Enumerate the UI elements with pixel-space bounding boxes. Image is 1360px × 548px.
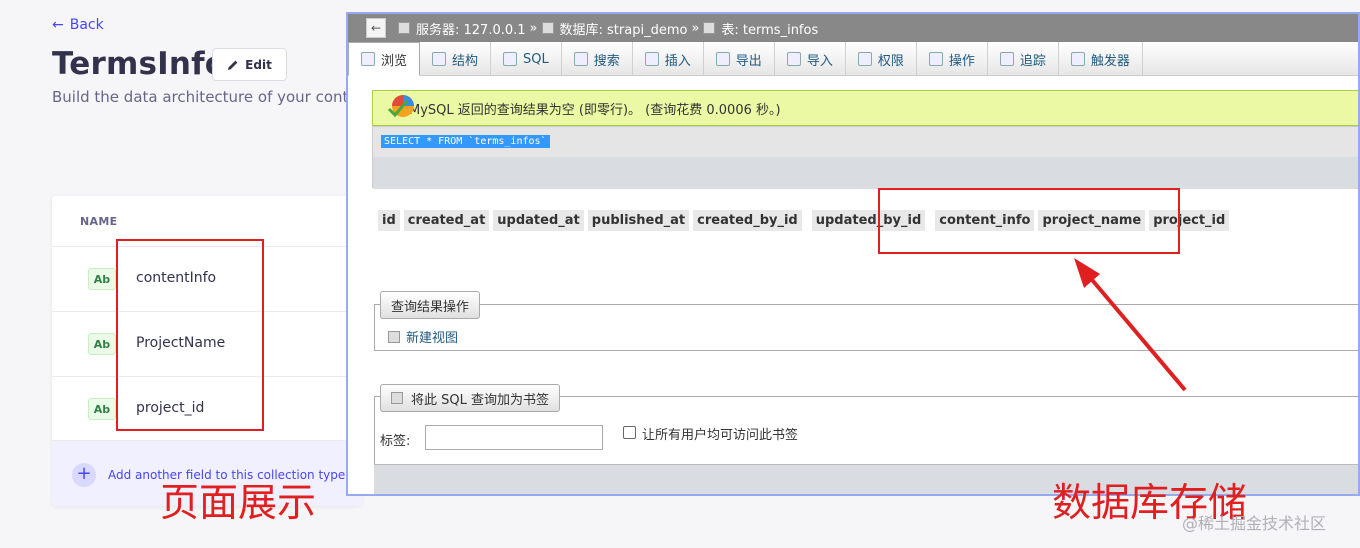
tab-search[interactable]: 搜索	[562, 42, 633, 76]
breadcrumb-table[interactable]: 表: terms_infos	[721, 19, 818, 38]
privileges-icon	[857, 52, 872, 66]
tab-structure[interactable]: 结构	[420, 42, 492, 76]
back-label: Back	[69, 17, 104, 33]
bookmark-legend: 将此 SQL 查询加为书签	[380, 384, 560, 412]
public-bookmark-checkbox[interactable]	[623, 426, 636, 439]
success-text: MySQL 返回的查询结果为空 (即零行)。 (查询花费 0.0006 秒。)	[409, 102, 781, 118]
sql-icon	[503, 52, 518, 66]
create-view-link[interactable]: 新建视图	[388, 327, 458, 346]
bookmark-icon	[391, 392, 403, 404]
tab-label: 搜索	[593, 53, 620, 69]
edit-button[interactable]: Edit	[212, 48, 287, 81]
tab-label: 结构	[452, 53, 479, 69]
tab-label: 操作	[948, 53, 975, 69]
tab-import[interactable]: 导入	[775, 42, 846, 76]
create-view-label: 新建视图	[406, 331, 459, 346]
text-type-icon: Ab	[88, 268, 116, 290]
page-subtitle: Build the data architecture of your cont…	[52, 88, 374, 106]
import-icon	[786, 52, 801, 66]
public-bookmark-label: 让所有用户均可访问此书签	[642, 428, 799, 443]
highlight-box	[116, 239, 264, 431]
tab-label: 权限	[877, 53, 904, 69]
name-column-header: NAME	[80, 215, 118, 228]
tab-operations[interactable]: 操作	[917, 42, 988, 76]
highlight-box	[878, 188, 1180, 254]
browse-icon	[361, 52, 375, 66]
watermark: @稀土掘金技术社区	[1182, 514, 1327, 533]
eye-icon	[999, 52, 1014, 66]
tab-bar: 浏览 结构 SQL 搜索 插入 导出 导入 权限 操作 追踪 触发器	[348, 42, 1358, 76]
column-header[interactable]: published_at	[587, 210, 690, 231]
query-ops-legend: 查询结果操作	[380, 291, 481, 319]
sql-query[interactable]: SELECT * FROM `terms_infos`	[381, 135, 550, 148]
text-type-icon: Ab	[88, 398, 116, 420]
tab-export[interactable]: 导出	[704, 42, 775, 76]
sql-toolbar	[373, 157, 1358, 189]
back-link[interactable]: ← Back	[52, 17, 104, 33]
tab-sql[interactable]: SQL	[491, 42, 562, 76]
tab-label: 导入	[806, 53, 833, 69]
wrench-icon	[928, 52, 943, 66]
column-header[interactable]: created_at	[403, 210, 490, 231]
tab-browse[interactable]: 浏览	[348, 42, 421, 76]
table-icon	[703, 22, 716, 34]
query-ops-fieldset	[374, 304, 1358, 351]
tab-label: 追踪	[1019, 53, 1046, 69]
column-header[interactable]: id	[378, 210, 400, 231]
view-icon	[388, 330, 400, 343]
left-caption: 页面展示	[160, 481, 317, 526]
edit-label: Edit	[245, 57, 272, 72]
structure-icon	[432, 52, 447, 66]
column-header[interactable]: created_by_id	[693, 210, 802, 231]
search-icon	[573, 52, 588, 66]
bookmark-label-input[interactable]	[425, 425, 603, 450]
breadcrumb-separator: »	[691, 20, 700, 36]
text-type-icon: Ab	[88, 333, 116, 355]
column-header[interactable]: updated_at	[493, 210, 584, 231]
export-icon	[715, 52, 730, 66]
plus-icon: +	[72, 463, 96, 487]
tab-label: 浏览	[381, 53, 408, 69]
success-message: MySQL 返回的查询结果为空 (即零行)。 (查询花费 0.0006 秒。)	[372, 90, 1358, 126]
server-icon	[398, 22, 410, 34]
pencil-icon	[228, 60, 238, 70]
phpmyadmin-window: ← 服务器: 127.0.0.1 » 数据库: strapi_demo » 表:…	[346, 12, 1360, 496]
tab-label: SQL	[523, 51, 549, 67]
tab-label: 插入	[664, 53, 691, 69]
breadcrumb: ← 服务器: 127.0.0.1 » 数据库: strapi_demo » 表:…	[348, 14, 1358, 42]
tab-label: 导出	[735, 53, 762, 69]
arrow-icon	[1074, 258, 1187, 392]
breadcrumb-separator: »	[529, 20, 538, 36]
breadcrumb-database[interactable]: 数据库: strapi_demo	[560, 19, 688, 38]
insert-icon	[644, 52, 659, 66]
tab-tracking[interactable]: 追踪	[988, 42, 1059, 76]
mysql-logo-icon	[387, 95, 414, 118]
arrow-left-icon: ←	[52, 17, 64, 33]
triggers-icon	[1070, 52, 1085, 66]
back-button[interactable]: ←	[366, 18, 386, 38]
bookmark-label: 标签:	[380, 434, 411, 449]
tab-insert[interactable]: 插入	[633, 42, 704, 76]
bookmark-legend-label: 将此 SQL 查询加为书签	[411, 392, 549, 408]
database-icon	[541, 22, 554, 34]
breadcrumb-server[interactable]: 服务器: 127.0.0.1	[416, 19, 526, 38]
tab-triggers[interactable]: 触发器	[1059, 42, 1143, 76]
tab-privileges[interactable]: 权限	[846, 42, 917, 76]
sql-query-box: SELECT * FROM `terms_infos`	[372, 126, 1358, 189]
tab-label: 触发器	[1090, 53, 1130, 69]
page-title: TermsInfo	[52, 46, 227, 82]
